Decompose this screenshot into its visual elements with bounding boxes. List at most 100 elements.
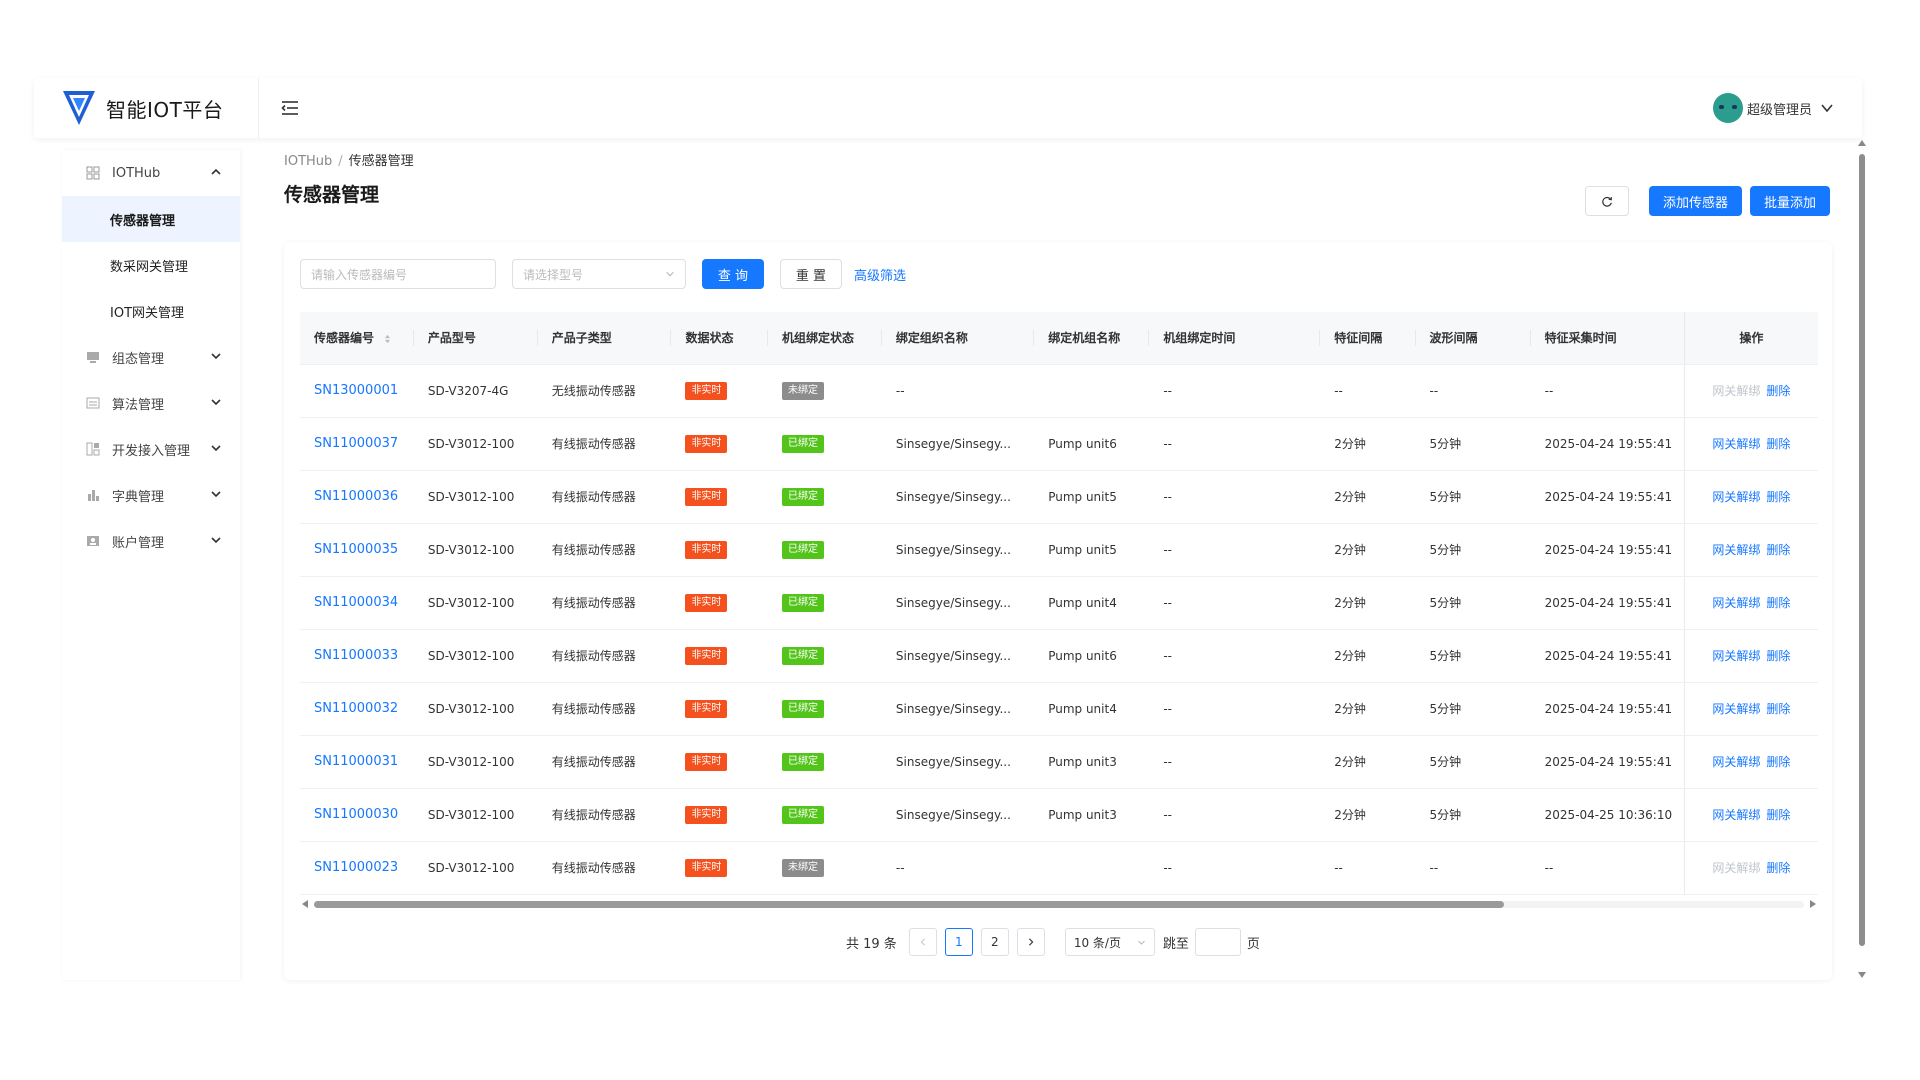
batch-add-button[interactable]: 批量添加	[1749, 186, 1830, 216]
refresh-button[interactable]	[1584, 186, 1629, 216]
delete-link[interactable]: 删除	[1766, 384, 1790, 398]
sidebar-item-iot-gateway-management[interactable]: IOT网关管理	[62, 288, 240, 334]
bind-status-badge: 已绑定	[782, 540, 824, 559]
menu-collapse-icon[interactable]	[278, 96, 302, 120]
cell-actions: 网关解绑 删除	[1683, 682, 1818, 736]
col-header-sn[interactable]: 传感器编号	[300, 312, 414, 365]
user-menu[interactable]: 超级管理员	[1712, 90, 1834, 126]
delete-link[interactable]: 删除	[1766, 861, 1790, 875]
delete-link[interactable]: 删除	[1766, 596, 1790, 610]
unbind-gateway-link[interactable]: 网关解绑	[1712, 649, 1760, 663]
sensor-sn-link[interactable]: SN11000036	[314, 489, 398, 504]
sensor-sn-link[interactable]: SN11000037	[314, 436, 398, 451]
sidebar-item-sensor-management[interactable]: 传感器管理	[62, 196, 240, 242]
cell-subtype: 有线振动传感器	[537, 576, 672, 630]
table-row: SN11000033 SD-V3012-100 有线振动传感器 非实时 已绑定 Sinse…	[300, 629, 1818, 683]
cell-unit: Pump unit3	[1034, 788, 1150, 842]
sensor-sn-link[interactable]: SN11000023	[314, 860, 398, 875]
sensor-sn-link[interactable]: SN11000035	[314, 542, 398, 557]
status-badge: 非实时	[685, 434, 728, 453]
sensor-sn-link[interactable]: SN11000034	[314, 595, 398, 610]
sensor-sn-link[interactable]: SN11000033	[314, 648, 398, 663]
scroll-thumb[interactable]	[1859, 154, 1865, 946]
vertical-scrollbar[interactable]	[1856, 140, 1868, 978]
cell-bind-status: 已绑定	[768, 735, 882, 789]
delete-link[interactable]: 删除	[1766, 649, 1790, 663]
delete-link[interactable]: 删除	[1766, 755, 1790, 769]
code-icon	[86, 442, 100, 456]
sidebar-group-label: 账户管理	[112, 535, 165, 551]
delete-link[interactable]: 删除	[1766, 543, 1790, 557]
advanced-filter-link[interactable]: 高级筛选	[854, 265, 906, 284]
bind-status-badge: 已绑定	[782, 434, 824, 453]
cell-data-status: 非实时	[671, 417, 768, 471]
page-button-2[interactable]: 2	[980, 928, 1009, 956]
col-header-actions: 操作	[1683, 312, 1818, 365]
horizontal-scrollbar[interactable]	[300, 898, 1818, 910]
cell-unit: Pump unit6	[1034, 629, 1150, 683]
query-button[interactable]: 查 询	[702, 259, 764, 289]
page-title: 传感器管理	[284, 184, 380, 206]
unbind-gateway-link[interactable]: 网关解绑	[1712, 808, 1760, 822]
sidebar-group-dictionary[interactable]: 字典管理	[62, 472, 240, 518]
sensor-sn-link[interactable]: SN11000032	[314, 701, 398, 716]
sidebar-group-dev-access[interactable]: 开发接入管理	[62, 426, 240, 472]
page-button-1[interactable]: 1	[944, 928, 973, 956]
scroll-down-arrow[interactable]	[1858, 972, 1866, 978]
sidebar-group-iothub[interactable]: IOTHub	[62, 150, 240, 196]
cell-model: SD-V3012-100	[413, 523, 538, 577]
unbind-gateway-link[interactable]: 网关解绑	[1712, 437, 1760, 451]
col-header-label: 绑定组织名称	[895, 331, 968, 346]
scroll-left-arrow[interactable]	[302, 900, 308, 908]
sensor-sn-link[interactable]: SN11000031	[314, 754, 398, 769]
sensor-sn-link[interactable]: SN13000001	[314, 383, 398, 398]
unbind-gateway-link[interactable]: 网关解绑	[1712, 543, 1760, 557]
cell-org: Sinsegye/Sinsegy...	[881, 788, 1035, 842]
cell-subtype: 有线振动传感器	[537, 841, 672, 895]
scroll-up-arrow[interactable]	[1858, 140, 1866, 146]
scroll-right-arrow[interactable]	[1810, 900, 1816, 908]
cell-wave-interval: 5分钟	[1415, 523, 1531, 577]
reset-button[interactable]: 重 置	[780, 259, 842, 289]
logo[interactable]: 智能IOT平台	[62, 88, 223, 128]
unbind-gateway-link[interactable]: 网关解绑	[1712, 861, 1760, 875]
sidebar-item-gateway-management[interactable]: 数采网关管理	[62, 242, 240, 288]
top-header: 智能IOT平台 超级管理员	[34, 78, 1862, 138]
cell-sn: SN11000030	[300, 788, 414, 842]
unbind-gateway-link[interactable]: 网关解绑	[1712, 490, 1760, 504]
cell-actions: 网关解绑 删除	[1683, 523, 1818, 577]
unbind-gateway-link[interactable]: 网关解绑	[1712, 384, 1760, 398]
model-select[interactable]: 请选择型号	[512, 259, 686, 289]
jump-page-input[interactable]	[1194, 928, 1241, 956]
delete-link[interactable]: 删除	[1766, 490, 1790, 504]
sidebar-group-algorithm[interactable]: 算法管理	[62, 380, 240, 426]
next-page-button[interactable]	[1016, 928, 1045, 956]
breadcrumb-root[interactable]: IOTHub	[284, 154, 332, 169]
bind-status-badge: 未绑定	[782, 858, 824, 877]
sidebar-group-config[interactable]: 组态管理	[62, 334, 240, 380]
col-header-org: 绑定组织名称	[881, 312, 1035, 365]
cell-subtype: 无线振动传感器	[537, 364, 672, 418]
cell-model: SD-V3012-100	[413, 629, 538, 683]
col-header-model: 产品型号	[413, 312, 538, 365]
sidebar-group-account[interactable]: 账户管理	[62, 518, 240, 564]
col-header-label: 机组绑定状态	[782, 331, 855, 346]
unbind-gateway-link[interactable]: 网关解绑	[1712, 702, 1760, 716]
col-header-label: 特征采集时间	[1544, 331, 1617, 346]
prev-page-button[interactable]	[908, 928, 937, 956]
col-header-subtype: 产品子类型	[537, 312, 672, 365]
sensor-sn-link[interactable]: SN11000030	[314, 807, 398, 822]
scroll-thumb[interactable]	[314, 901, 1504, 908]
unbind-gateway-link[interactable]: 网关解绑	[1712, 755, 1760, 769]
delete-link[interactable]: 删除	[1766, 437, 1790, 451]
grid-icon	[86, 166, 100, 180]
unbind-gateway-link[interactable]: 网关解绑	[1712, 596, 1760, 610]
user-name: 超级管理员	[1746, 102, 1812, 118]
add-sensor-button[interactable]: 添加传感器	[1648, 186, 1742, 216]
sensor-sn-input[interactable]: 请输入传感器编号	[300, 259, 496, 289]
col-header-label: 传感器编号	[314, 331, 375, 346]
page-size-select[interactable]: 10 条/页	[1064, 928, 1155, 956]
delete-link[interactable]: 删除	[1766, 808, 1790, 822]
sort-icon	[385, 334, 391, 343]
delete-link[interactable]: 删除	[1766, 702, 1790, 716]
